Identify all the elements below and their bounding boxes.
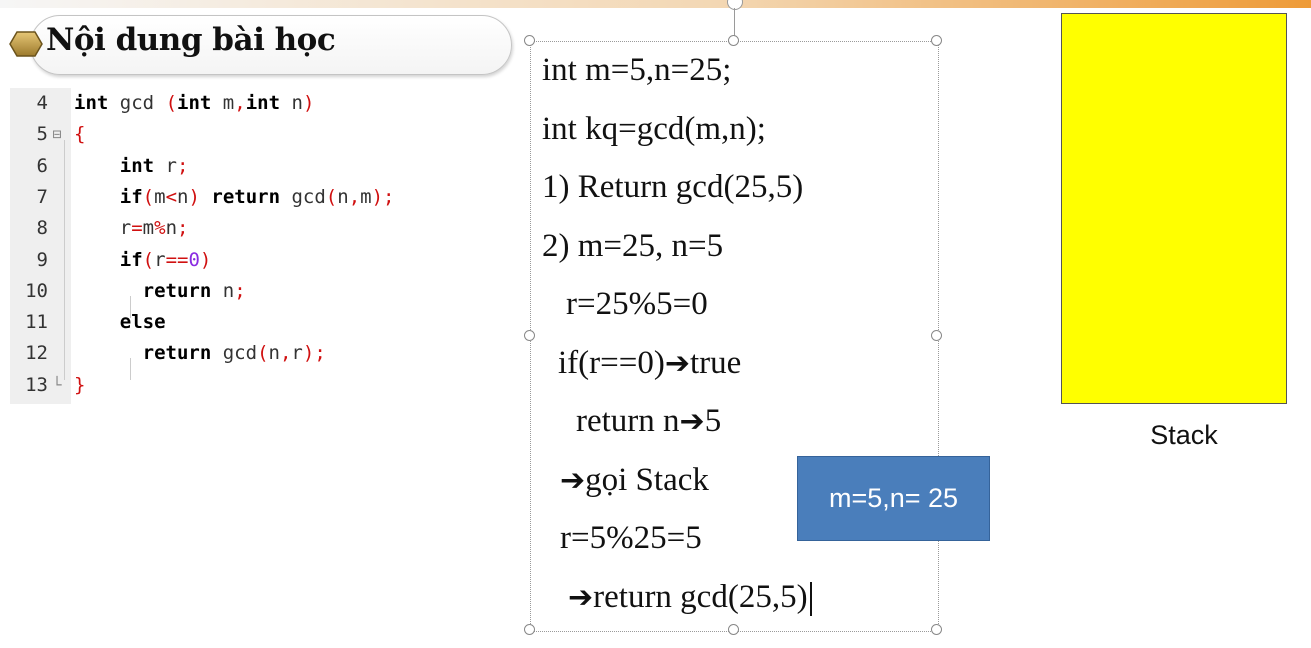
code-text: } [74, 373, 86, 396]
arrow-right-icon: ➔ [664, 346, 690, 381]
stack-label: Stack [1150, 420, 1218, 450]
line-number: 10 [25, 279, 48, 302]
trace-text: 5 [704, 403, 722, 439]
code-text: return gcd(n,r); [142, 342, 326, 365]
code-line: 13 └} [10, 370, 520, 401]
top-accent-bar [0, 0, 1311, 8]
trace-line: r=5%25=5 [560, 520, 702, 556]
resize-handle-bottom-left[interactable] [524, 624, 535, 635]
line-number: 7 [36, 185, 48, 208]
resize-handle-top-left[interactable] [524, 35, 535, 46]
line-number: 6 [36, 154, 48, 177]
arrow-right-icon: ➔ [568, 580, 594, 615]
line-number: 12 [25, 342, 48, 365]
code-text: if(m<n) return gcd(n,m); [119, 185, 395, 208]
code-line: 8 r=m%n; [10, 213, 520, 244]
resize-handle-right[interactable] [931, 330, 942, 341]
line-number: 9 [36, 248, 48, 271]
code-text: if(r==0) [119, 248, 212, 271]
line-number: 11 [25, 311, 48, 334]
resize-handle-top-right[interactable] [931, 35, 942, 46]
fold-marker-icon[interactable]: ⊟ [51, 119, 63, 150]
rotate-handle-stem [734, 8, 735, 36]
code-line: 9 if(r==0) [10, 245, 520, 276]
rotate-handle[interactable] [727, 0, 743, 10]
trace-line: ➔gọi Stack [560, 460, 709, 501]
trace-line: 1) Return gcd(25,5) [542, 169, 804, 205]
code-text: int r; [119, 154, 189, 177]
resize-handle-top[interactable] [728, 35, 739, 46]
code-line: 5 ⊟ { [10, 119, 520, 150]
trace-line: 2) m=25, n=5 [542, 228, 724, 264]
code-text: int gcd (int m,int n) [74, 92, 315, 114]
code-line: 10 return n; [10, 276, 520, 307]
code-line: 12 return gcd(n,r); [10, 338, 520, 369]
code-text: r=m%n; [119, 217, 189, 240]
trace-line: r=25%5=0 [566, 286, 708, 322]
arrow-right-icon: ➔ [679, 404, 705, 439]
text-caret [809, 582, 812, 617]
line-number: 5 [36, 123, 48, 146]
code-line: 7 if(m<n) return gcd(n,m); [10, 182, 520, 213]
trace-line: ➔return gcd(25,5) [568, 577, 812, 618]
line-number: 4 [36, 92, 48, 114]
line-number: 13 [25, 373, 48, 396]
trace-line: return n➔5 [576, 401, 721, 442]
fold-marker-icon: └ [52, 375, 62, 394]
line-number: 8 [36, 217, 48, 240]
stack-rectangle[interactable] [1061, 13, 1287, 404]
trace-text: return gcd(25,5) [593, 579, 808, 615]
code-text: { [74, 123, 86, 146]
trace-text: true [690, 345, 742, 381]
code-line: 6 int r; [10, 151, 520, 182]
resize-handle-bottom-right[interactable] [931, 624, 942, 635]
arrow-right-icon: ➔ [560, 463, 586, 498]
trace-line: if(r==0)➔true [558, 343, 741, 384]
code-line: 4 int gcd (int m,int n) [10, 88, 520, 119]
stack-frame-box[interactable]: m=5,n= 25 [797, 456, 990, 541]
trace-text: return n [576, 403, 680, 439]
trace-text: gọi Stack [585, 462, 709, 498]
hexagon-bullet-icon [9, 31, 43, 57]
code-line: 11 else [10, 307, 520, 338]
trace-line: int m=5,n=25; [542, 52, 732, 88]
resize-handle-bottom[interactable] [728, 624, 739, 635]
code-editor: 4 int gcd (int m,int n) 5 ⊟{6 int r; 7 if(m<… [10, 88, 520, 404]
resize-handle-left[interactable] [524, 330, 535, 341]
code-text: return n; [142, 279, 246, 302]
page-title: Nội dung bài học [46, 22, 336, 58]
trace-line: int kq=gcd(m,n); [542, 111, 766, 147]
code-text: else [119, 311, 166, 334]
trace-text: if(r==0) [558, 345, 665, 381]
